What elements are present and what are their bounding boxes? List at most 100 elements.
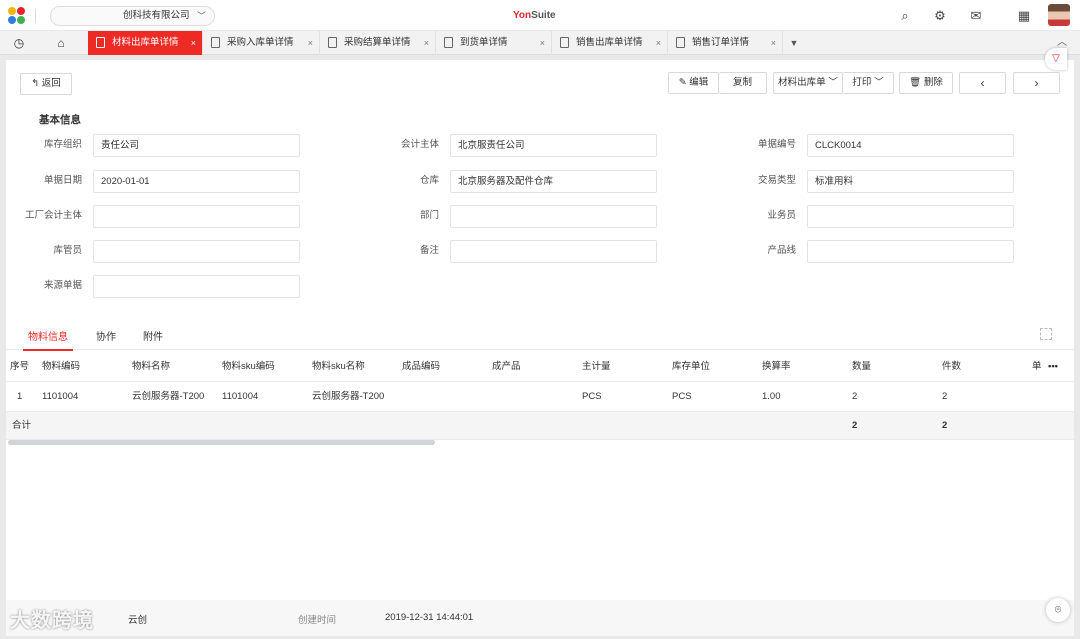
- doc-no-field[interactable]: CLCK0014: [807, 134, 1014, 157]
- tab-label: 销售订单详情: [692, 37, 750, 48]
- close-icon[interactable]: ×: [771, 31, 776, 55]
- tab-collaboration[interactable]: 协作: [96, 328, 116, 343]
- col-header: 物料sku编码: [222, 361, 275, 372]
- chevron-left-icon: ‹: [980, 76, 985, 90]
- doc-no-label: 单据编号: [757, 139, 796, 150]
- keeper-label: 库管员: [53, 245, 82, 256]
- salesperson-field[interactable]: [807, 205, 1014, 228]
- chevron-right-icon: ›: [1034, 76, 1039, 90]
- product-line-field[interactable]: [807, 240, 1014, 263]
- apps-icon[interactable]: ⚙: [932, 8, 948, 24]
- col-header: 序号: [10, 361, 30, 372]
- trash-icon: 🗑: [909, 77, 922, 88]
- home-icon[interactable]: ⌂: [42, 31, 80, 55]
- close-icon[interactable]: ×: [540, 31, 545, 55]
- cell: 云创服务器-T200: [312, 391, 385, 402]
- print-label: 打印: [852, 77, 872, 88]
- total-pieces: 2: [942, 420, 948, 431]
- cell: 云创服务器-T200: [132, 391, 205, 402]
- trans-type-label: 交易类型: [757, 175, 796, 186]
- col-header: 物料sku名称: [312, 361, 365, 372]
- document-icon: [560, 37, 569, 48]
- delete-button[interactable]: 🗑 删除: [899, 72, 953, 94]
- trans-type-field[interactable]: 标准用料: [807, 170, 1014, 193]
- delete-label: 删除: [923, 77, 943, 88]
- tab-purchase-inbound-detail[interactable]: 采购入库单详情 ×: [203, 31, 320, 55]
- calendar-icon[interactable]: ▦: [1016, 8, 1032, 24]
- chevron-down-icon: ﹀: [828, 77, 838, 88]
- top-bar: 创科技有限公司 ﹀ YonSuite ⌕ ⚙ ✉ ▦: [0, 0, 1080, 31]
- close-icon[interactable]: ×: [308, 31, 313, 55]
- tab-arrival-detail[interactable]: 到货单详情 ×: [436, 31, 552, 55]
- source-doc-field[interactable]: [93, 275, 300, 298]
- keeper-field[interactable]: [93, 240, 300, 263]
- col-header: 成品编码: [402, 361, 441, 372]
- print-dropdown[interactable]: 打印 ﹀: [843, 72, 894, 94]
- detail-tabs: 物料信息 协作 附件: [6, 322, 1074, 350]
- company-name: 创科技有限公司: [123, 10, 190, 21]
- copy-button[interactable]: 复制: [719, 72, 767, 94]
- col-header: 件数: [942, 361, 962, 372]
- document-icon: [444, 37, 453, 48]
- close-icon[interactable]: ×: [656, 31, 661, 55]
- warehouse-field[interactable]: 北京服务器及配件仓库: [450, 170, 657, 193]
- brand-suite: Suite: [531, 10, 556, 21]
- cell: 1101004: [42, 391, 79, 402]
- accounting-entity-field[interactable]: 北京服责任公司: [450, 134, 657, 157]
- product-line-label: 产品线: [767, 245, 796, 256]
- horizontal-scrollbar[interactable]: [8, 440, 435, 445]
- prev-button[interactable]: ‹: [959, 72, 1006, 94]
- tab-sales-outbound-detail[interactable]: 销售出库单详情 ×: [552, 31, 668, 55]
- close-icon[interactable]: ×: [424, 31, 429, 55]
- help-icon[interactable]: ⌾: [1046, 598, 1070, 622]
- doc-date-field[interactable]: 2020-01-01: [93, 170, 300, 193]
- cell: 1.00: [762, 391, 781, 402]
- warehouse-label: 仓库: [419, 175, 439, 186]
- search-icon[interactable]: ⌕: [897, 8, 913, 24]
- company-switcher[interactable]: 创科技有限公司 ﹀: [50, 6, 215, 26]
- inventory-org-field[interactable]: 责任公司: [93, 134, 300, 157]
- col-header: 换算率: [762, 361, 791, 372]
- document-icon: [96, 37, 105, 48]
- remark-field[interactable]: [450, 240, 657, 263]
- tab-label: 销售出库单详情: [576, 37, 643, 48]
- fullscreen-icon[interactable]: [1040, 328, 1052, 340]
- total-qty: 2: [852, 420, 858, 431]
- cell: 1101004: [222, 391, 259, 402]
- close-icon[interactable]: ×: [191, 31, 196, 55]
- avatar[interactable]: [1048, 4, 1070, 26]
- factory-entity-field[interactable]: [93, 205, 300, 228]
- more-icon[interactable]: •••: [1048, 352, 1058, 382]
- total-label: 合计: [12, 420, 32, 431]
- department-field[interactable]: [450, 205, 657, 228]
- message-icon[interactable]: ✉: [968, 8, 984, 24]
- tab-attachments[interactable]: 附件: [143, 328, 163, 343]
- doc-type-dropdown[interactable]: 材料出库单 ﹀: [773, 72, 843, 94]
- filter-icon[interactable]: ▽: [1045, 48, 1067, 70]
- created-time-label: 创建时间: [298, 615, 337, 626]
- edit-button[interactable]: ✎ 编辑: [668, 72, 719, 94]
- next-button[interactable]: ›: [1013, 72, 1060, 94]
- tab-bar: ◷ ⌂ 材料出库单详情 × 采购入库单详情 × 采购结算单详情 × 到货单详情 …: [0, 31, 1080, 55]
- app-grid-icon[interactable]: [8, 7, 26, 25]
- table-row[interactable]: 1 1101004 云创服务器-T200 1101004 云创服务器-T200 …: [6, 382, 1074, 412]
- tab-material-info[interactable]: 物料信息: [28, 328, 68, 343]
- cell: 2: [852, 391, 858, 402]
- back-button[interactable]: ↰ 返回: [20, 73, 72, 95]
- cell: PCS: [582, 391, 602, 402]
- brand-yon: Yon: [513, 10, 532, 21]
- tab-material-outbound-detail[interactable]: 材料出库单详情 ×: [88, 31, 203, 55]
- col-header: 成产品: [492, 361, 521, 372]
- cell: 2: [942, 391, 948, 402]
- tab-label: 采购结算单详情: [344, 37, 411, 48]
- section-title: 基本信息: [39, 114, 81, 126]
- history-icon[interactable]: ◷: [0, 31, 38, 55]
- copy-label: 复制: [732, 77, 752, 88]
- tab-sales-order-detail[interactable]: 销售订单详情 ×: [668, 31, 783, 55]
- document-icon: [676, 37, 685, 48]
- back-label: 返回: [41, 78, 61, 89]
- creator-value: 云创: [128, 615, 148, 626]
- department-label: 部门: [419, 210, 439, 221]
- tab-purchase-settlement-detail[interactable]: 采购结算单详情 ×: [320, 31, 436, 55]
- tab-overflow-icon[interactable]: ▼: [783, 31, 805, 55]
